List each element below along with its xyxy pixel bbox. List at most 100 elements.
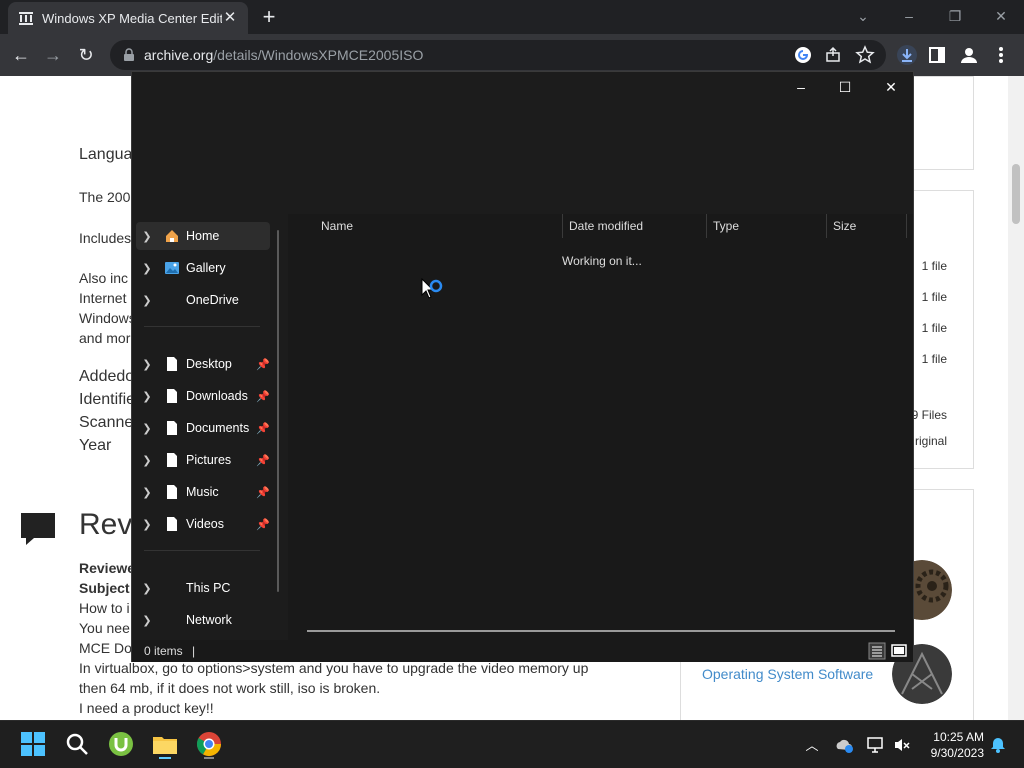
profile-icon[interactable] bbox=[958, 44, 980, 66]
horizontal-scrollbar[interactable] bbox=[307, 630, 895, 632]
chevron-right-icon[interactable]: ❯ bbox=[136, 582, 158, 595]
tab-search-icon[interactable]: ⌄ bbox=[852, 6, 874, 26]
chrome-taskbar-icon[interactable] bbox=[194, 729, 224, 759]
reviews-heading: Rev bbox=[79, 508, 133, 541]
nav-item-music[interactable]: ❯ Music 📌 bbox=[136, 478, 270, 506]
onedrive-icon bbox=[164, 292, 180, 308]
document-icon bbox=[167, 389, 177, 403]
browser-tab[interactable]: Windows XP Media Center Editio ✕ bbox=[8, 2, 248, 34]
explorer-maximize-button[interactable]: ☐ bbox=[830, 76, 860, 98]
files-total[interactable]: 9 Files bbox=[912, 408, 947, 422]
network-tray-icon[interactable] bbox=[866, 735, 886, 755]
page-scrollbar[interactable] bbox=[1008, 76, 1024, 720]
nav-item-documents[interactable]: ❯ Documents 📌 bbox=[136, 414, 270, 442]
volume-muted-icon[interactable] bbox=[892, 735, 912, 755]
forward-button[interactable]: → bbox=[42, 44, 64, 66]
column-header-type[interactable]: Type bbox=[707, 214, 827, 238]
page-text-line: Year bbox=[79, 437, 112, 454]
chevron-right-icon[interactable]: ❯ bbox=[136, 262, 158, 275]
file-count[interactable]: 1 file bbox=[922, 290, 947, 304]
system-clock[interactable]: 10:25 AM 9/30/2023 bbox=[912, 729, 984, 761]
document-icon bbox=[167, 485, 177, 499]
bookmark-star-icon[interactable] bbox=[854, 44, 876, 66]
pin-icon[interactable]: 📌 bbox=[256, 518, 270, 531]
chevron-right-icon[interactable]: ❯ bbox=[136, 390, 158, 403]
nav-item-desktop[interactable]: ❯ Desktop 📌 bbox=[136, 350, 270, 378]
pin-icon[interactable]: 📌 bbox=[256, 422, 270, 435]
explorer-title-area: – ☐ ✕ bbox=[132, 72, 913, 214]
explorer-close-button[interactable]: ✕ bbox=[876, 76, 906, 98]
chevron-right-icon[interactable]: ❯ bbox=[136, 454, 158, 467]
more-menu-icon[interactable] bbox=[990, 44, 1012, 66]
url-host: archive.org bbox=[144, 47, 214, 63]
gallery-icon bbox=[165, 262, 179, 274]
back-button[interactable]: ← bbox=[10, 44, 32, 66]
details-view-icon[interactable] bbox=[868, 642, 886, 660]
operating-system-software-link[interactable]: Operating System Software bbox=[702, 666, 873, 682]
review-meta: Reviewe bbox=[79, 560, 136, 576]
column-header-date-modified[interactable]: Date modified bbox=[563, 214, 707, 238]
nav-divider bbox=[144, 550, 260, 551]
chevron-right-icon[interactable]: ❯ bbox=[136, 358, 158, 371]
pin-icon[interactable]: 📌 bbox=[256, 454, 270, 467]
chevron-right-icon[interactable]: ❯ bbox=[136, 486, 158, 499]
file-count[interactable]: 1 file bbox=[922, 352, 947, 366]
page-text-line: Includes bbox=[79, 230, 132, 246]
tab-close-icon[interactable]: ✕ bbox=[222, 10, 238, 26]
review-meta: Subject bbox=[79, 580, 130, 596]
nav-label: Desktop bbox=[186, 357, 232, 371]
nav-item-onedrive[interactable]: ❯ OneDrive bbox=[136, 286, 270, 314]
nav-item-downloads[interactable]: ❯ Downloads 📌 bbox=[136, 382, 270, 410]
nav-item-network[interactable]: ❯ Network bbox=[136, 606, 270, 634]
file-count[interactable]: 1 file bbox=[922, 321, 947, 335]
original-link[interactable]: riginal bbox=[915, 434, 947, 448]
downloads-icon[interactable] bbox=[896, 44, 918, 66]
column-header-size[interactable]: Size bbox=[827, 214, 907, 238]
side-panel-icon[interactable] bbox=[926, 44, 948, 66]
pin-icon[interactable]: 📌 bbox=[256, 390, 270, 403]
reload-button[interactable]: ↻ bbox=[75, 44, 97, 66]
show-hidden-icons-chevron-icon[interactable]: ︿ bbox=[802, 735, 822, 755]
chevron-right-icon[interactable]: ❯ bbox=[136, 518, 158, 531]
nav-scrollbar[interactable] bbox=[277, 230, 279, 592]
chevron-right-icon[interactable]: ❯ bbox=[136, 230, 158, 243]
address-bar[interactable]: archive.org/details/WindowsXPMCE2005ISO bbox=[110, 40, 886, 70]
file-explorer-taskbar-icon[interactable] bbox=[150, 729, 180, 759]
file-count[interactable]: 1 file bbox=[922, 259, 947, 273]
browser-tab-bar: Windows XP Media Center Editio ✕ + ⌄ – ❐… bbox=[0, 0, 1024, 34]
search-icon[interactable] bbox=[62, 729, 92, 759]
nav-item-pictures[interactable]: ❯ Pictures 📌 bbox=[136, 446, 270, 474]
start-button-icon[interactable] bbox=[18, 729, 48, 759]
column-header-name[interactable]: Name bbox=[315, 214, 563, 238]
share-icon[interactable] bbox=[822, 44, 844, 66]
page-text-line: Internet bbox=[79, 290, 127, 306]
document-icon bbox=[167, 357, 177, 371]
review-text-line: MCE Do bbox=[79, 640, 132, 656]
nav-label: Network bbox=[186, 613, 232, 627]
nav-item-this-pc[interactable]: ❯ This PC bbox=[136, 574, 270, 602]
onedrive-tray-icon[interactable] bbox=[834, 735, 854, 755]
chevron-right-icon[interactable]: ❯ bbox=[136, 614, 158, 627]
explorer-minimize-button[interactable]: – bbox=[786, 76, 816, 98]
new-tab-button[interactable]: + bbox=[258, 6, 280, 29]
windows-taskbar: ︿ 10:25 AM 9/30/2023 bbox=[0, 720, 1024, 768]
pin-icon[interactable]: 📌 bbox=[256, 358, 270, 371]
nav-label: Music bbox=[186, 485, 219, 499]
pin-icon[interactable]: 📌 bbox=[256, 486, 270, 499]
close-window-button[interactable]: ✕ bbox=[990, 6, 1012, 26]
review-text-line: then 64 mb, if it does not work still, i… bbox=[79, 680, 381, 696]
minimize-button[interactable]: – bbox=[898, 6, 920, 26]
status-separator: | bbox=[192, 644, 196, 658]
restore-button[interactable]: ❐ bbox=[944, 6, 966, 26]
chevron-right-icon[interactable]: ❯ bbox=[136, 422, 158, 435]
nav-item-gallery[interactable]: ❯ Gallery bbox=[136, 254, 270, 282]
nav-item-home[interactable]: ❯ Home bbox=[136, 222, 270, 250]
nav-item-videos[interactable]: ❯ Videos 📌 bbox=[136, 510, 270, 538]
notification-bell-icon[interactable] bbox=[988, 735, 1008, 755]
tiles-view-icon[interactable] bbox=[890, 642, 908, 660]
page-scrollbar-thumb[interactable] bbox=[1012, 164, 1020, 224]
chevron-right-icon[interactable]: ❯ bbox=[136, 294, 158, 307]
utorrent-icon[interactable] bbox=[106, 729, 136, 759]
page-text-line: and mor bbox=[79, 330, 131, 346]
google-icon[interactable] bbox=[792, 44, 814, 66]
